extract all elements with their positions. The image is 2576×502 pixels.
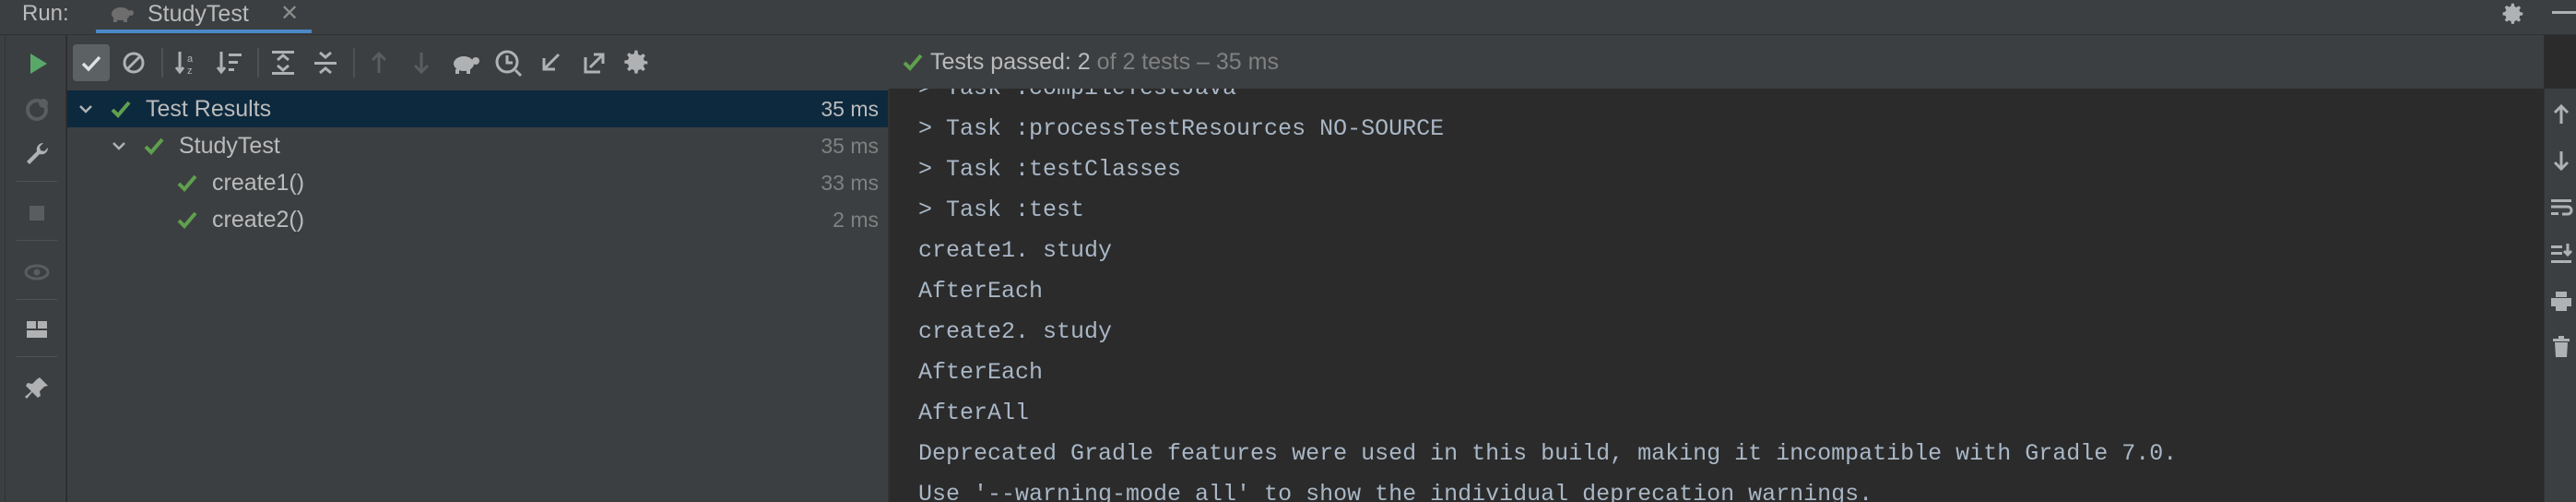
eye-icon[interactable]: [21, 257, 53, 288]
export-tests-icon[interactable]: [574, 44, 611, 81]
print-icon[interactable]: [2548, 288, 2574, 314]
tab-studytest[interactable]: StudyTest ✕: [96, 0, 312, 33]
arrow-up-icon[interactable]: [360, 44, 397, 81]
run-tool-window-header: Run: StudyTest ✕: [0, 0, 2576, 35]
duration: 33 ms: [821, 171, 879, 195]
console-line: AfterEach: [918, 359, 1044, 386]
check-icon: [143, 135, 165, 157]
test-status-bar: Tests passed: 2 of 2 tests – 35 ms: [890, 35, 2544, 89]
console-toolbar: [2544, 89, 2576, 502]
console-line: > Task :processTestResources NO-SOURCE: [918, 115, 1445, 142]
console-line: AfterEach: [918, 278, 1044, 305]
expand-all-icon[interactable]: [265, 44, 301, 81]
console-line: > Task :compileTestJava: [918, 89, 1236, 109]
console-line: Use '--warning-mode all' to show the ind…: [918, 481, 1873, 502]
tree-item-label: create1(): [212, 170, 305, 196]
gear-icon[interactable]: [2499, 0, 2526, 28]
tortoise-icon[interactable]: [447, 44, 484, 81]
console-line: > Task :testClasses: [918, 156, 1182, 183]
tree-item-create1[interactable]: create1() 33 ms: [67, 164, 888, 201]
gear-icon[interactable]: [617, 44, 654, 81]
soft-wrap-icon[interactable]: [2548, 194, 2574, 220]
minimize-button[interactable]: [2552, 11, 2576, 14]
stop-icon[interactable]: [21, 197, 53, 229]
arrow-down-icon[interactable]: [2548, 148, 2574, 173]
check-icon: [110, 98, 132, 120]
arrow-up-icon[interactable]: [2548, 102, 2574, 127]
separator: [17, 356, 57, 357]
separator: [353, 48, 355, 78]
separator: [257, 48, 259, 78]
trash-icon[interactable]: [2548, 334, 2574, 360]
tree-item-studytest[interactable]: StudyTest 35 ms: [67, 127, 888, 164]
console-line: AfterAll: [918, 400, 1030, 426]
test-runner-toolbar: az: [67, 35, 890, 89]
scroll-to-end-icon[interactable]: [2548, 240, 2574, 266]
show-ignored-icon[interactable]: [115, 44, 152, 81]
console-line: Deprecated Gradle features were used in …: [918, 440, 2178, 467]
tree-item-label: create2(): [212, 207, 305, 233]
tree-item-label: Test Results: [146, 96, 272, 122]
layout-icon[interactable]: [21, 314, 53, 345]
check-icon: [176, 209, 198, 231]
separator: [17, 181, 57, 182]
import-tests-icon[interactable]: [532, 44, 569, 81]
show-passed-icon[interactable]: [73, 44, 110, 81]
chevron-down-icon[interactable]: [110, 137, 128, 155]
collapse-all-icon[interactable]: [307, 44, 344, 81]
console-line: > Task :test: [918, 197, 1085, 223]
separator: [161, 48, 163, 78]
run-icon[interactable]: [21, 48, 53, 79]
tab-title: StudyTest: [148, 1, 249, 27]
run-actions-toolbar: [6, 35, 66, 502]
console-line: create2. study: [918, 318, 1113, 345]
rerun-failed-icon[interactable]: [21, 94, 53, 126]
duration: 35 ms: [821, 97, 879, 121]
sort-alpha-icon[interactable]: az: [169, 44, 206, 81]
run-label: Run:: [22, 1, 69, 26]
svg-text:a: a: [187, 54, 194, 65]
close-icon[interactable]: ✕: [280, 0, 299, 28]
test-results-tree: Test Results 35 ms StudyTest 35 ms creat…: [67, 89, 890, 502]
chevron-down-icon[interactable]: [77, 100, 95, 118]
tests-passed-summary: Tests passed: 2 of 2 tests – 35 ms: [930, 49, 1279, 75]
duration: 2 ms: [833, 208, 879, 232]
wrench-icon[interactable]: [21, 138, 53, 170]
check-icon: [901, 50, 925, 74]
tree-item-create2[interactable]: create2() 2 ms: [67, 201, 888, 238]
separator: [17, 299, 57, 300]
pin-icon[interactable]: [21, 373, 53, 404]
duration: 35 ms: [821, 134, 879, 158]
sort-duration-icon[interactable]: [211, 44, 248, 81]
separator: [17, 240, 57, 241]
tree-item-label: StudyTest: [179, 133, 280, 159]
console-line: create1. study: [918, 237, 1113, 264]
tortoise-icon: [109, 2, 135, 24]
tree-item-test-results[interactable]: Test Results 35 ms: [67, 90, 888, 127]
check-icon: [176, 172, 198, 194]
svg-text:z: z: [187, 66, 193, 77]
console-output[interactable]: > Task :compileTestJava > Task :processT…: [892, 89, 2544, 502]
history-icon[interactable]: [490, 44, 526, 81]
arrow-down-icon[interactable]: [403, 44, 440, 81]
